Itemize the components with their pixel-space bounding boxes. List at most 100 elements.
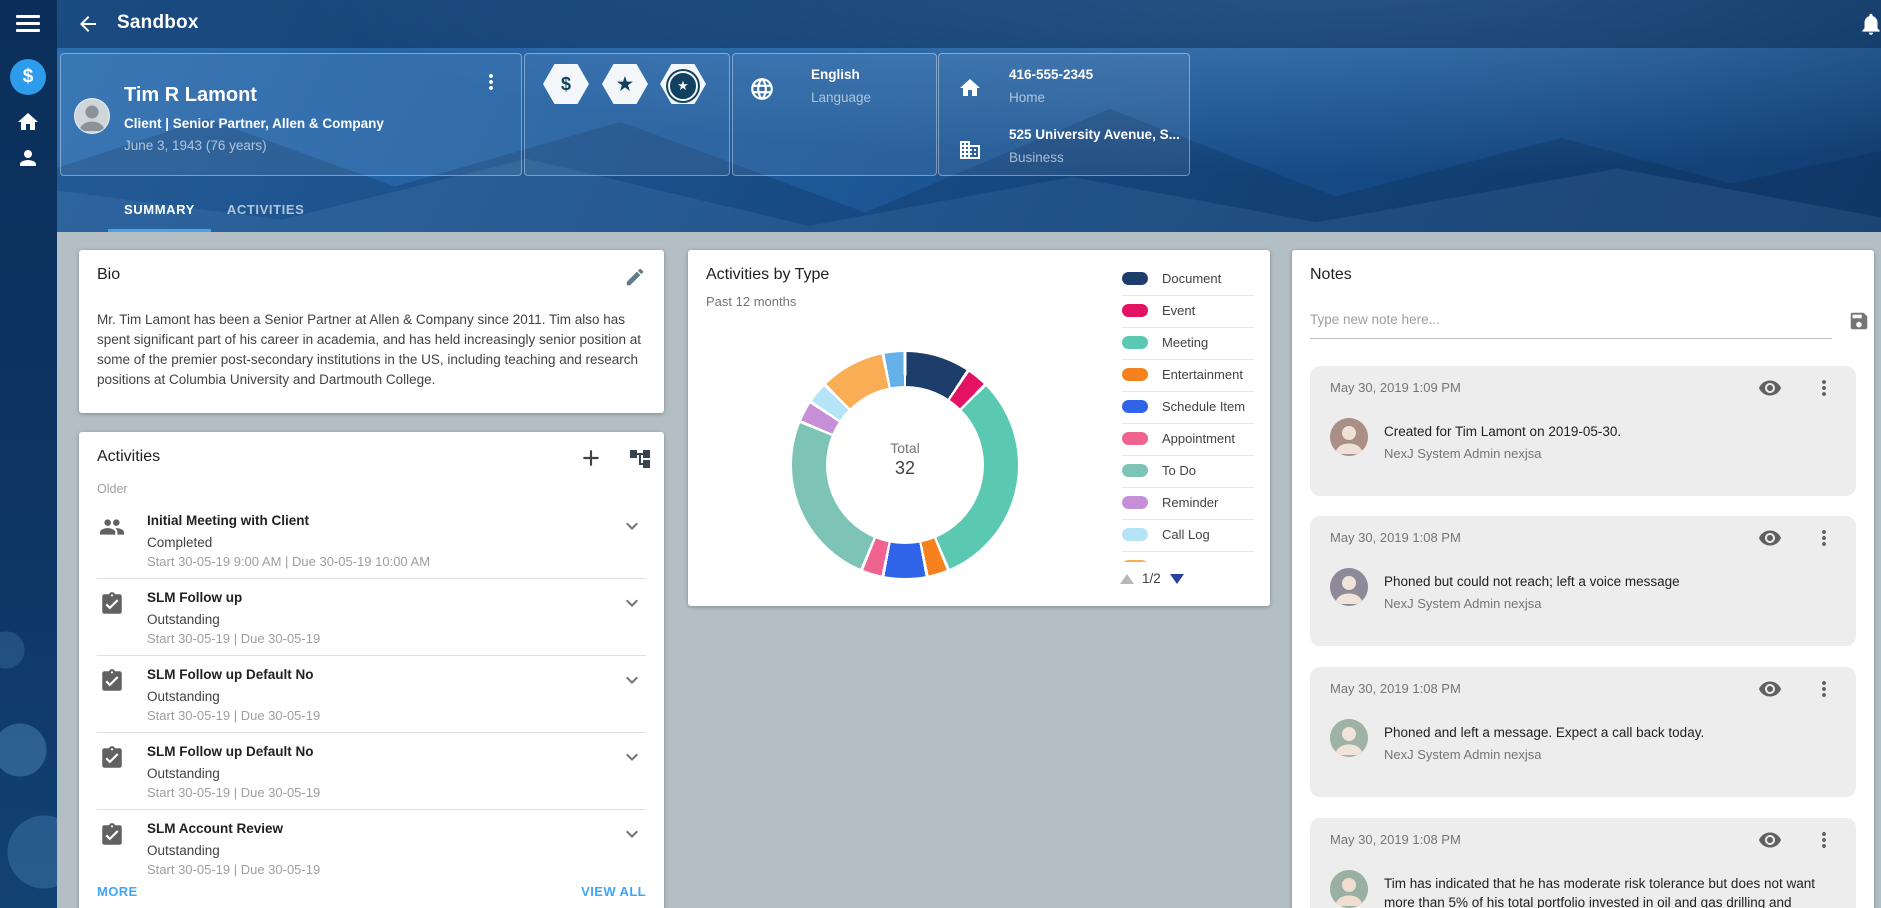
hierarchy-view-icon[interactable] xyxy=(628,447,652,471)
note-overflow-menu-icon[interactable] xyxy=(1812,376,1836,400)
legend-label: Meeting xyxy=(1162,335,1208,350)
legend-swatch xyxy=(1122,272,1148,285)
note-author: NexJ System Admin nexjsa xyxy=(1384,596,1542,611)
note-timestamp: May 30, 2019 1:08 PM xyxy=(1330,832,1461,847)
note-timestamp: May 30, 2019 1:08 PM xyxy=(1330,681,1461,696)
task-clipboard-icon xyxy=(99,668,125,694)
chevron-down-icon[interactable] xyxy=(620,822,644,846)
profile-overflow-menu-icon[interactable] xyxy=(479,70,503,94)
activity-title: SLM Account Review xyxy=(147,821,283,836)
menu-hamburger-icon[interactable] xyxy=(16,15,40,33)
chart-subtitle: Past 12 months xyxy=(706,294,796,309)
legend-row[interactable]: Event xyxy=(1122,296,1254,328)
note-entry[interactable]: May 30, 2019 1:09 PM Created for Tim Lam… xyxy=(1310,366,1856,496)
activity-meta: Start 30-05-19 9:00 AM | Due 30-05-19 10… xyxy=(147,554,430,569)
add-activity-icon[interactable] xyxy=(578,445,604,471)
legend-swatch xyxy=(1122,368,1148,381)
note-overflow-menu-icon[interactable] xyxy=(1812,828,1836,852)
activity-title: SLM Follow up xyxy=(147,590,242,605)
people-meeting-icon xyxy=(99,514,125,540)
activity-row[interactable]: SLM Follow up Default No Outstanding Sta… xyxy=(97,656,646,733)
activity-status: Completed xyxy=(147,535,212,550)
legend-label: Document xyxy=(1162,271,1221,286)
contact-name: Tim R Lamont xyxy=(124,84,257,107)
note-author: NexJ System Admin nexjsa xyxy=(1384,747,1542,762)
sidebar-item-profile-person[interactable] xyxy=(16,146,40,170)
legend-label: Schedule Item xyxy=(1162,399,1245,414)
tab-activities[interactable]: ACTIVITIES xyxy=(211,192,321,232)
page-down-icon[interactable] xyxy=(1170,574,1184,584)
legend-label: Reminder xyxy=(1162,495,1218,510)
legend-row-partial[interactable]: Note xyxy=(1122,552,1254,562)
sidebar-item-dollar-workspace[interactable]: $ xyxy=(10,59,46,95)
chevron-down-icon[interactable] xyxy=(620,514,644,538)
new-note-input[interactable]: Type new note here... xyxy=(1310,306,1832,339)
visibility-eye-icon[interactable] xyxy=(1758,677,1782,701)
note-overflow-menu-icon[interactable] xyxy=(1812,677,1836,701)
save-note-icon[interactable] xyxy=(1848,310,1870,332)
note-author: NexJ System Admin nexjsa xyxy=(1384,446,1542,461)
note-timestamp: May 30, 2019 1:09 PM xyxy=(1330,380,1461,395)
left-navigation-rail: $ xyxy=(0,0,57,908)
tab-summary[interactable]: SUMMARY xyxy=(108,192,211,232)
hero-header: Sandbox Tim R Lamont Client | Senior Par… xyxy=(0,0,1881,232)
activity-row[interactable]: Initial Meeting with Client Completed St… xyxy=(97,502,646,579)
activity-row[interactable]: SLM Account Review Outstanding Start 30-… xyxy=(97,810,646,886)
activity-row[interactable]: SLM Follow up Outstanding Start 30-05-19… xyxy=(97,579,646,656)
avatar xyxy=(74,98,110,134)
legend-row[interactable]: Meeting xyxy=(1122,328,1254,360)
address-label: Business xyxy=(1009,150,1064,165)
legend-row[interactable]: Reminder xyxy=(1122,488,1254,520)
star-circle-glyph: ★ xyxy=(668,71,698,101)
back-arrow-icon[interactable] xyxy=(76,12,100,36)
view-all-button[interactable]: VIEW ALL xyxy=(581,884,646,899)
star-circle-hexagon-badge[interactable]: ★ xyxy=(660,64,706,104)
legend-row[interactable]: Appointment xyxy=(1122,424,1254,456)
badges-card: $ ★ ★ xyxy=(524,53,730,176)
contact-info-card: 416-555-2345 Home 525 University Avenue,… xyxy=(938,53,1190,176)
legend-row[interactable]: Schedule Item xyxy=(1122,392,1254,424)
business-address[interactable]: 525 University Avenue, S... xyxy=(1009,127,1180,142)
legend-row[interactable]: To Do xyxy=(1122,456,1254,488)
language-value: English xyxy=(811,67,860,82)
legend-row[interactable]: Entertainment xyxy=(1122,360,1254,392)
dollar-hexagon-badge[interactable]: $ xyxy=(543,64,589,104)
activity-status: Outstanding xyxy=(147,766,220,781)
edit-pencil-icon[interactable] xyxy=(624,266,646,288)
chevron-down-icon[interactable] xyxy=(620,745,644,769)
activities-footer: MORE VIEW ALL xyxy=(97,884,646,908)
sidebar-item-home[interactable] xyxy=(16,110,40,134)
note-author-avatar xyxy=(1330,568,1368,606)
activity-row[interactable]: SLM Follow up Default No Outstanding Sta… xyxy=(97,733,646,810)
page-up-icon[interactable] xyxy=(1120,574,1134,584)
note-entry[interactable]: May 30, 2019 1:08 PM Phoned and left a m… xyxy=(1310,667,1856,797)
phone-label: Home xyxy=(1009,90,1045,105)
contact-birthdate: June 3, 1943 (76 years) xyxy=(124,138,267,153)
chevron-down-icon[interactable] xyxy=(620,591,644,615)
visibility-eye-icon[interactable] xyxy=(1758,828,1782,852)
legend-swatch xyxy=(1122,432,1148,445)
visibility-eye-icon[interactable] xyxy=(1758,376,1782,400)
chevron-down-icon[interactable] xyxy=(620,668,644,692)
legend-swatch xyxy=(1122,528,1148,541)
activity-status: Outstanding xyxy=(147,612,220,627)
activities-by-type-card: Activities by Type Past 12 months Total … xyxy=(688,250,1270,606)
star-hexagon-badge[interactable]: ★ xyxy=(602,64,648,104)
chart-legend: Document Event Meeting Entertainment Sch… xyxy=(1122,264,1254,562)
tab-bar: SUMMARY ACTIVITIES xyxy=(108,192,320,232)
visibility-eye-icon[interactable] xyxy=(1758,526,1782,550)
more-button[interactable]: MORE xyxy=(97,884,138,899)
notifications-bell-icon[interactable] xyxy=(1858,11,1881,37)
note-author-avatar xyxy=(1330,870,1368,908)
legend-row[interactable]: Document xyxy=(1122,264,1254,296)
phone-number[interactable]: 416-555-2345 xyxy=(1009,67,1093,82)
page-indicator: 1/2 xyxy=(1142,571,1161,586)
task-clipboard-icon xyxy=(99,591,125,617)
note-entry[interactable]: May 30, 2019 1:08 PM Tim has indicated t… xyxy=(1310,818,1856,908)
globe-icon xyxy=(749,76,773,100)
legend-row[interactable]: Call Log xyxy=(1122,520,1254,552)
note-overflow-menu-icon[interactable] xyxy=(1812,526,1836,550)
note-entry[interactable]: May 30, 2019 1:08 PM Phoned but could no… xyxy=(1310,516,1856,646)
activity-meta: Start 30-05-19 | Due 30-05-19 xyxy=(147,708,320,723)
bio-title: Bio xyxy=(97,266,120,284)
